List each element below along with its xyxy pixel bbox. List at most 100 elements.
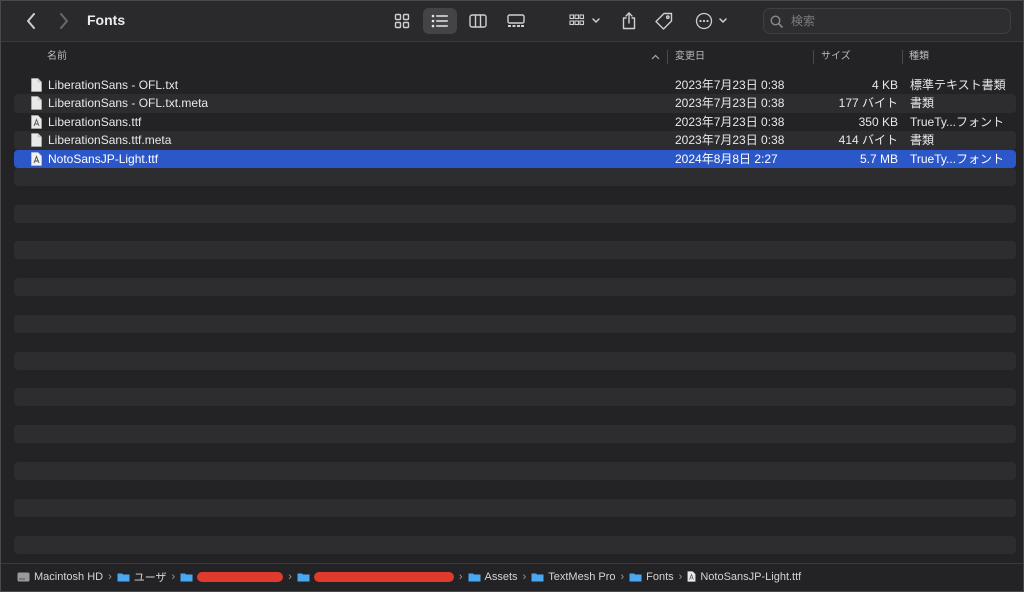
list-view-icon [431, 14, 448, 28]
file-row[interactable]: LiberationSans - OFL.txt.meta 2023年7月23日… [14, 94, 1016, 113]
empty-row [14, 278, 1016, 297]
path-item-fonts[interactable]: Fonts [629, 571, 674, 583]
window-title: Fonts [87, 12, 126, 28]
column-header: 名前 変更日 サイズ 種類 [1, 45, 1023, 69]
chevron-right-icon: › [678, 570, 683, 583]
document-icon [31, 96, 42, 111]
column-divider[interactable] [902, 50, 903, 64]
empty-row [14, 536, 1016, 555]
path-item-redacted[interactable] [180, 571, 284, 582]
file-size: 177 バイト [838, 96, 898, 111]
path-item-users[interactable]: ユーザ [117, 569, 167, 585]
file-row[interactable]: LiberationSans - OFL.txt 2023年7月23日 0:38… [14, 76, 1016, 94]
path-item-file[interactable]: NotoSansJP-Light.ttf [687, 571, 801, 583]
empty-row [14, 205, 1016, 224]
chevron-right-icon: › [108, 570, 112, 583]
font-file-icon [31, 114, 42, 129]
file-name: NotoSansJP-Light.ttf [48, 151, 159, 166]
folder-icon [531, 573, 544, 581]
tag-icon [655, 12, 673, 30]
icon-view-button[interactable] [385, 8, 419, 34]
file-list: LiberationSans - OFL.txt 2023年7月23日 0:38… [14, 76, 1016, 168]
more-icon [695, 12, 727, 30]
folder-icon [297, 573, 310, 581]
group-icon [569, 14, 600, 26]
empty-row [14, 499, 1016, 518]
file-row-selected[interactable]: NotoSansJP-Light.ttf 2024年8月8日 2:27 5.7 … [14, 149, 1016, 168]
empty-row [14, 388, 1016, 407]
empty-row [14, 352, 1016, 371]
empty-row [14, 462, 1016, 481]
column-header-name[interactable]: 名前 [47, 45, 67, 69]
path-item-label: Fonts [646, 570, 674, 583]
file-name: LiberationSans - OFL.txt [48, 78, 179, 92]
folder-icon [468, 573, 481, 581]
file-kind: 書類 [910, 133, 935, 148]
column-header-date[interactable]: 変更日 [675, 45, 705, 69]
column-header-size[interactable]: サイズ [821, 45, 851, 69]
sort-ascending-icon [651, 54, 660, 60]
search-input[interactable] [789, 13, 993, 29]
list-view-button[interactable] [423, 8, 457, 34]
path-item-textmeshpro[interactable]: TextMesh Pro [531, 571, 615, 583]
folder-icon [629, 573, 642, 581]
file-name: LiberationSans.ttf [48, 114, 142, 129]
chevron-left-icon [27, 13, 35, 29]
path-bar: Macintosh HD › ユーザ › › › Assets › TextMe… [1, 563, 1023, 589]
back-button[interactable] [21, 9, 41, 33]
document-icon [31, 78, 42, 92]
file-size: 350 KB [858, 114, 898, 129]
gallery-view-button[interactable] [499, 8, 533, 34]
column-divider[interactable] [813, 50, 814, 64]
redaction-mark [313, 571, 454, 582]
path-item-label: Assets [484, 570, 518, 583]
file-date: 2023年7月23日 0:38 [675, 78, 785, 92]
forward-button[interactable] [54, 9, 74, 33]
path-item-label: NotoSansJP-Light.ttf [700, 570, 802, 583]
folder-icon [180, 573, 193, 581]
path-item-label: TextMesh Pro [548, 570, 616, 583]
chevron-right-icon [60, 13, 68, 29]
chevron-right-icon: › [620, 570, 625, 583]
empty-row [14, 241, 1016, 260]
empty-row [14, 425, 1016, 444]
file-kind: TrueTy...フォント [910, 114, 1005, 129]
path-item-assets[interactable]: Assets [468, 571, 518, 583]
toolbar: Fonts [1, 1, 1023, 42]
file-kind: 書類 [910, 96, 935, 111]
file-date: 2023年7月23日 0:38 [675, 96, 785, 111]
group-button[interactable] [567, 9, 603, 33]
column-view-button[interactable] [461, 8, 495, 34]
grid-view-icon [394, 13, 410, 29]
share-icon [622, 12, 636, 30]
file-row[interactable]: LiberationSans.ttf 2023年7月23日 0:38 350 K… [14, 113, 1016, 131]
path-item-disk[interactable]: Macintosh HD [17, 571, 103, 583]
file-date: 2023年7月23日 0:38 [675, 114, 785, 129]
font-file-icon [31, 151, 42, 166]
file-size: 4 KB [871, 78, 898, 92]
file-size: 5.7 MB [859, 151, 898, 166]
chevron-right-icon: › [288, 570, 292, 583]
path-item-label: ユーザ [133, 571, 167, 584]
file-name: LiberationSans - OFL.txt.meta [48, 96, 209, 111]
search-field[interactable] [763, 8, 1011, 34]
share-button[interactable] [619, 9, 639, 33]
chevron-right-icon: › [522, 570, 527, 583]
view-mode-group [385, 8, 533, 34]
file-kind: 標準テキスト書類 [910, 78, 1006, 92]
file-kind: TrueTy...フォント [910, 151, 1005, 166]
tag-button[interactable] [653, 9, 675, 33]
gallery-view-icon [507, 14, 525, 27]
chevron-right-icon: › [171, 570, 176, 583]
redaction-mark [197, 571, 284, 582]
column-header-kind[interactable]: 種類 [909, 45, 929, 69]
file-size: 414 バイト [838, 133, 898, 148]
finder-window: Fonts 検索 名前 変更日 サイズ 種類 LiberationSans - … [0, 0, 1024, 592]
more-actions-button[interactable] [693, 9, 731, 33]
path-item-redacted[interactable] [297, 571, 454, 582]
empty-row [14, 315, 1016, 334]
file-row[interactable]: LiberationSans.ttf.meta 2023年7月23日 0:38 … [14, 131, 1016, 150]
path-item-label: Macintosh HD [34, 570, 104, 583]
hard-drive-icon [17, 572, 30, 581]
column-divider[interactable] [667, 50, 668, 64]
